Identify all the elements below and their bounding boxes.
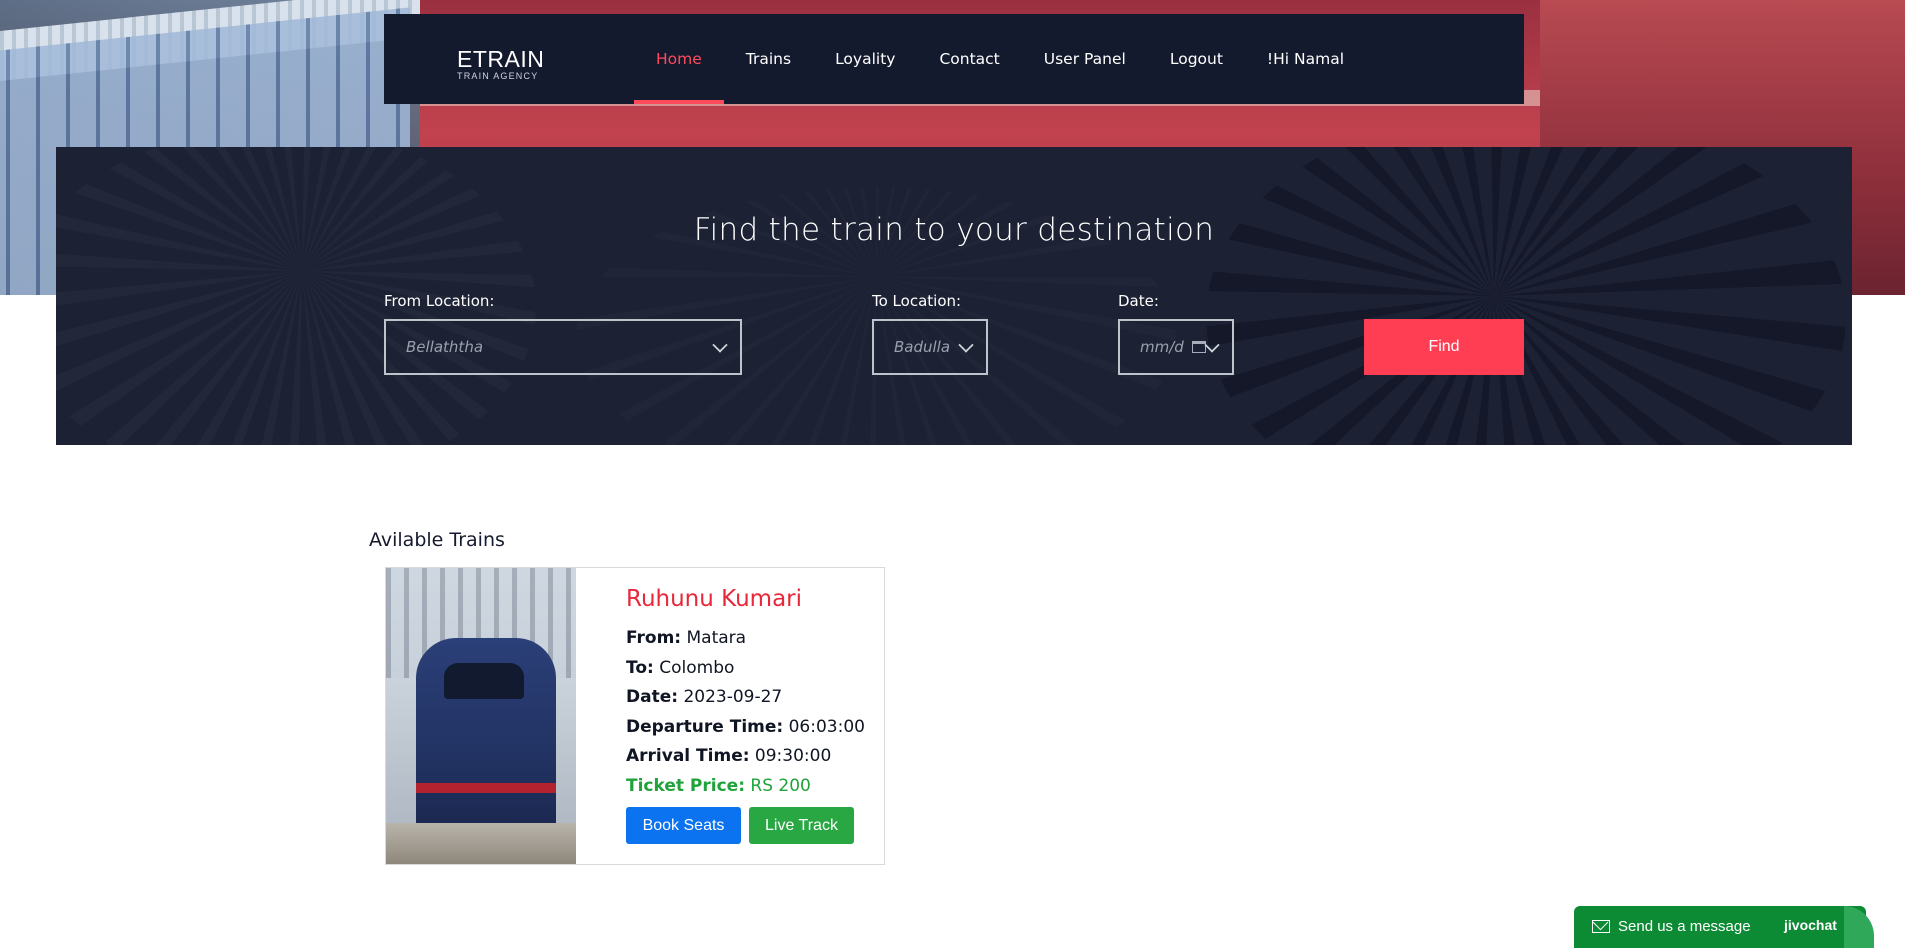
train-to-value: Colombo bbox=[659, 657, 735, 678]
locomotive-window-graphic bbox=[444, 663, 524, 699]
chat-widget[interactable]: Send us a message jivochat bbox=[1574, 906, 1874, 948]
nav-item-logout[interactable]: Logout bbox=[1148, 14, 1245, 104]
chevron-down-icon bbox=[712, 337, 728, 353]
train-departure-value: 06:03:00 bbox=[788, 716, 865, 737]
train-name: Ruhunu Kumari bbox=[626, 586, 803, 612]
nav-item-user-panel[interactable]: User Panel bbox=[1022, 14, 1148, 104]
search-panel: Find the train to your destination From … bbox=[56, 147, 1852, 445]
chevron-down-icon bbox=[1204, 337, 1220, 353]
nav-item-loyality[interactable]: Loyality bbox=[813, 14, 917, 104]
brand-subtitle: TRAIN AGENCY bbox=[457, 71, 539, 81]
train-price-label: Ticket Price: bbox=[626, 775, 745, 796]
chat-label: Send us a message bbox=[1618, 918, 1751, 935]
platform-graphic bbox=[386, 823, 576, 864]
to-location-select[interactable]: Badulla bbox=[872, 319, 988, 375]
find-button[interactable]: Find bbox=[1364, 319, 1524, 375]
train-card: Ruhunu Kumari From: Matara To: Colombo D… bbox=[385, 567, 885, 865]
to-location-value: Badulla bbox=[894, 338, 951, 356]
main-nav: Home Trains Loyality Contact User Panel … bbox=[634, 14, 1366, 104]
train-date-row: Date: 2023-09-27 bbox=[626, 683, 865, 713]
train-to-label: To: bbox=[626, 657, 654, 678]
envelope-icon bbox=[1592, 920, 1610, 933]
nav-item-home[interactable]: Home bbox=[634, 14, 724, 104]
train-date-value: 2023-09-27 bbox=[683, 687, 783, 707]
train-arrival-value: 09:30:00 bbox=[754, 746, 832, 766]
train-from-value: Matara bbox=[686, 628, 747, 648]
from-location-label: From Location: bbox=[384, 292, 495, 310]
nav-item-contact[interactable]: Contact bbox=[917, 14, 1021, 104]
nav-item-greeting[interactable]: !Hi Namal bbox=[1245, 14, 1366, 104]
nav-item-trains[interactable]: Trains bbox=[724, 14, 813, 104]
chevron-down-icon bbox=[958, 337, 974, 353]
train-arrival-label: Arrival Time: bbox=[626, 746, 750, 766]
date-label: Date: bbox=[1118, 292, 1159, 310]
train-photo bbox=[386, 568, 576, 864]
train-departure-row: Departure Time: 06:03:00 bbox=[626, 713, 865, 743]
chat-brand: jivochat bbox=[1784, 917, 1837, 933]
locomotive-stripe-graphic bbox=[416, 783, 556, 793]
train-from-label: From: bbox=[626, 628, 682, 648]
train-price-row: Ticket Price: RS 200 bbox=[626, 772, 865, 802]
train-actions: Book Seats Live Track bbox=[626, 807, 854, 844]
palm-leaves-graphic bbox=[1206, 147, 1846, 445]
date-input[interactable]: mm/d bbox=[1118, 319, 1234, 375]
train-from-row: From: Matara bbox=[626, 624, 865, 654]
train-departure-label: Departure Time: bbox=[626, 716, 784, 737]
calendar-icon[interactable] bbox=[1192, 341, 1206, 353]
book-seats-button[interactable]: Book Seats bbox=[626, 807, 741, 844]
live-track-button[interactable]: Live Track bbox=[749, 807, 854, 844]
brand-title: ETRAIN bbox=[457, 46, 545, 72]
train-arrival-row: Arrival Time: 09:30:00 bbox=[626, 742, 865, 772]
chat-corner-decoration bbox=[1844, 906, 1874, 948]
search-heading: Find the train to your destination bbox=[693, 212, 1215, 248]
train-price-value: RS 200 bbox=[750, 775, 811, 796]
available-trains-heading: Avilable Trains bbox=[369, 529, 505, 551]
train-date-label: Date: bbox=[626, 687, 679, 707]
from-location-select[interactable]: Bellaththa bbox=[384, 319, 742, 375]
brand-logo[interactable]: ETRAIN TRAIN AGENCY bbox=[457, 48, 544, 82]
from-location-value: Bellaththa bbox=[406, 338, 484, 356]
date-placeholder: mm/d bbox=[1140, 338, 1184, 356]
train-details: Ruhunu Kumari From: Matara To: Colombo D… bbox=[626, 586, 865, 801]
top-navbar: ETRAIN TRAIN AGENCY Home Trains Loyality… bbox=[384, 14, 1524, 104]
to-location-label: To Location: bbox=[872, 292, 962, 310]
train-to-row: To: Colombo bbox=[626, 654, 865, 684]
